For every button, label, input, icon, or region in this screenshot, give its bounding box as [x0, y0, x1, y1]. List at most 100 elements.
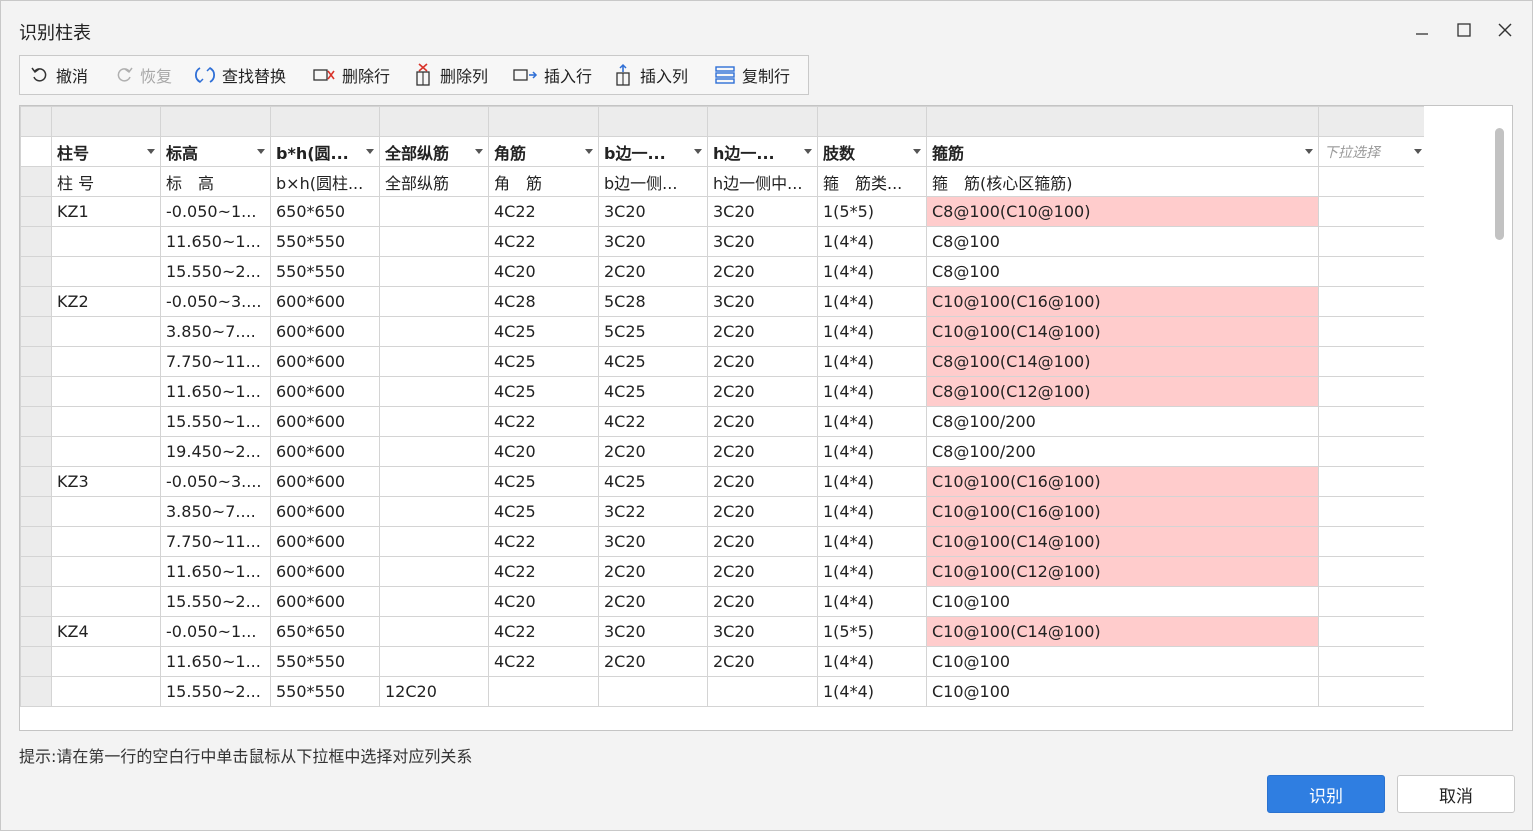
table-cell[interactable]: C10@100(C12@100): [926, 556, 1319, 587]
table-cell[interactable]: 4C25: [488, 466, 599, 497]
dropdown-arrow-icon[interactable]: [366, 149, 374, 154]
header-dropdown-col-select[interactable]: 下拉选择: [1318, 136, 1428, 167]
table-cell[interactable]: C10@100(C16@100): [926, 286, 1319, 317]
table-cell[interactable]: [1318, 526, 1428, 557]
table-cell[interactable]: [1318, 316, 1428, 347]
table-cell[interactable]: 600*600: [270, 466, 380, 497]
table-cell[interactable]: C8@100(C14@100): [926, 346, 1319, 377]
source-header-cell[interactable]: [1318, 166, 1428, 197]
table-cell[interactable]: 600*600: [270, 376, 380, 407]
row-header[interactable]: [20, 616, 52, 647]
table-cell[interactable]: C10@100(C14@100): [926, 526, 1319, 557]
table-cell[interactable]: 4C22: [488, 196, 599, 227]
table-cell[interactable]: [379, 226, 489, 257]
table-cell[interactable]: 7.750~11...: [160, 526, 271, 557]
table-cell[interactable]: 600*600: [270, 556, 380, 587]
table-cell[interactable]: 4C20: [488, 586, 599, 617]
table-cell[interactable]: [51, 556, 161, 587]
table-cell[interactable]: C10@100: [926, 676, 1319, 707]
find-replace-button[interactable]: 查找替换: [194, 56, 286, 94]
scrollbar-thumb[interactable]: [1495, 128, 1504, 240]
dropdown-arrow-icon[interactable]: [1414, 149, 1422, 154]
table-cell[interactable]: C10@100(C14@100): [926, 616, 1319, 647]
table-cell[interactable]: 2C20: [707, 646, 818, 677]
table-cell[interactable]: [1318, 406, 1428, 437]
row-header[interactable]: [20, 256, 52, 287]
table-cell[interactable]: 550*550: [270, 646, 380, 677]
table-cell[interactable]: [379, 406, 489, 437]
table-cell[interactable]: [51, 376, 161, 407]
table-cell[interactable]: 650*650: [270, 616, 380, 647]
mapping-cell[interactable]: [598, 106, 708, 137]
table-cell[interactable]: C10@100: [926, 586, 1319, 617]
table-cell[interactable]: C8@100/200: [926, 436, 1319, 467]
table-cell[interactable]: 2C20: [707, 376, 818, 407]
header-dropdown-col-b-side-rebar[interactable]: b边一...: [598, 136, 708, 167]
maximize-button[interactable]: [1449, 15, 1479, 45]
table-cell[interactable]: 1(4*4): [817, 256, 927, 287]
table-cell[interactable]: 4C20: [488, 436, 599, 467]
table-cell[interactable]: [1318, 376, 1428, 407]
table-cell[interactable]: 15.550~2...: [160, 256, 271, 287]
header-dropdown-col-legs[interactable]: 肢数: [817, 136, 927, 167]
table-cell[interactable]: [379, 496, 489, 527]
mapping-cell[interactable]: [1318, 106, 1428, 137]
dropdown-arrow-icon[interactable]: [694, 149, 702, 154]
undo-button[interactable]: 撤消: [30, 56, 88, 94]
header-dropdown-col-stirrup[interactable]: 箍筋: [926, 136, 1319, 167]
table-cell[interactable]: [51, 646, 161, 677]
table-cell[interactable]: 4C22: [488, 526, 599, 557]
source-header-cell[interactable]: b边一侧...: [598, 166, 708, 197]
table-cell[interactable]: 1(4*4): [817, 376, 927, 407]
table-cell[interactable]: 2C20: [598, 646, 708, 677]
table-cell[interactable]: [1318, 646, 1428, 677]
table-cell[interactable]: [379, 196, 489, 227]
table-cell[interactable]: 1(4*4): [817, 316, 927, 347]
column-table-grid[interactable]: 柱号 标高 b*h(圆... 全部纵筋 角筋 b边一... h边一... 肢数 箍筋 下拉选择柱 …: [19, 105, 1513, 731]
source-header-cell[interactable]: 全部纵筋: [379, 166, 489, 197]
table-cell[interactable]: 600*600: [270, 346, 380, 377]
table-cell[interactable]: 3C20: [707, 286, 818, 317]
table-cell[interactable]: 600*600: [270, 496, 380, 527]
header-dropdown-col-elevation[interactable]: 标高: [160, 136, 271, 167]
table-cell[interactable]: 2C20: [598, 436, 708, 467]
table-cell[interactable]: 1(4*4): [817, 496, 927, 527]
table-cell[interactable]: 3C20: [598, 616, 708, 647]
table-cell[interactable]: 2C20: [707, 406, 818, 437]
table-cell[interactable]: 11.650~1...: [160, 646, 271, 677]
table-cell[interactable]: [51, 676, 161, 707]
table-cell[interactable]: 2C20: [707, 526, 818, 557]
mapping-cell[interactable]: [379, 106, 489, 137]
dropdown-arrow-icon[interactable]: [1305, 149, 1313, 154]
table-cell[interactable]: C8@100/200: [926, 406, 1319, 437]
table-cell[interactable]: 3C20: [707, 196, 818, 227]
table-cell[interactable]: 11.650~1...: [160, 226, 271, 257]
header-dropdown-col-column-no[interactable]: 柱号: [51, 136, 161, 167]
table-cell[interactable]: [379, 646, 489, 677]
table-cell[interactable]: [379, 616, 489, 647]
table-cell[interactable]: [379, 436, 489, 467]
row-header[interactable]: [20, 526, 52, 557]
row-header[interactable]: [20, 346, 52, 377]
delete-row-button[interactable]: 删除行: [312, 56, 390, 94]
table-cell[interactable]: 1(4*4): [817, 436, 927, 467]
table-cell[interactable]: 2C20: [707, 346, 818, 377]
table-cell[interactable]: 550*550: [270, 676, 380, 707]
table-cell[interactable]: [707, 676, 818, 707]
table-cell[interactable]: C10@100(C16@100): [926, 466, 1319, 497]
table-cell[interactable]: [1318, 346, 1428, 377]
table-cell[interactable]: 2C20: [707, 436, 818, 467]
dropdown-arrow-icon[interactable]: [475, 149, 483, 154]
table-cell[interactable]: [1318, 286, 1428, 317]
table-cell[interactable]: 4C25: [488, 496, 599, 527]
table-cell[interactable]: 2C20: [598, 256, 708, 287]
table-cell[interactable]: 4C22: [488, 226, 599, 257]
row-header[interactable]: [20, 106, 52, 137]
table-cell[interactable]: 4C20: [488, 256, 599, 287]
table-cell[interactable]: 3C20: [707, 226, 818, 257]
mapping-cell[interactable]: [707, 106, 818, 137]
table-cell[interactable]: [51, 226, 161, 257]
table-cell[interactable]: 4C25: [488, 376, 599, 407]
table-cell[interactable]: [379, 256, 489, 287]
table-cell[interactable]: 1(5*5): [817, 616, 927, 647]
